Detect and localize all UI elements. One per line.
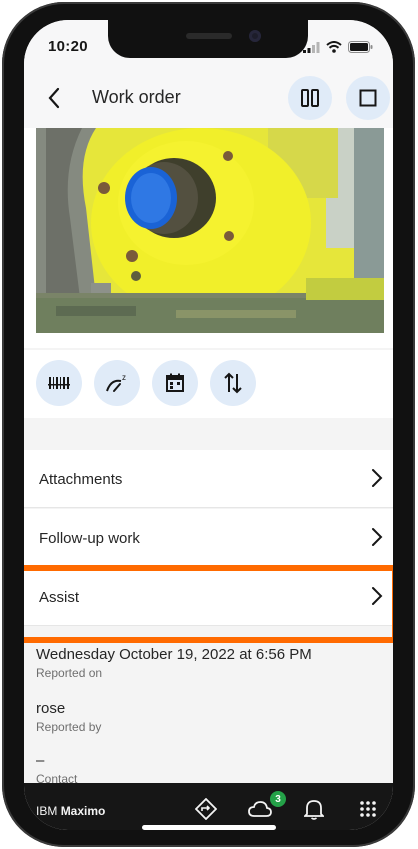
front-camera [249, 30, 261, 42]
app-switcher-icon [360, 801, 376, 817]
map-button[interactable] [194, 797, 218, 821]
list-item-attachments[interactable]: Attachments [24, 450, 393, 508]
app-screen: 10:20 Work order z Attachments Follow-up… [24, 20, 393, 830]
list-item-assist[interactable]: Assist [24, 568, 393, 626]
full-view-button[interactable] [346, 76, 390, 120]
brand-logo: IBM Maximo [36, 804, 105, 818]
reported-on-caption: Reported on [36, 666, 103, 680]
status-icons [303, 41, 373, 53]
device-notch [108, 20, 308, 58]
calendar-button[interactable] [152, 360, 198, 406]
app-switcher-button[interactable] [356, 797, 380, 821]
barcode-icon [48, 377, 70, 389]
contact-value: – [36, 752, 45, 769]
brand-name: Maximo [60, 804, 106, 818]
home-indicator[interactable] [142, 825, 276, 830]
bottom-nav-bar: IBM Maximo 3 [24, 783, 393, 830]
reported-on-value: Wednesday October 19, 2022 at 6:56 PM [36, 646, 312, 663]
notification-badge: 3 [270, 791, 286, 807]
square-icon [359, 89, 377, 107]
meter-button[interactable]: z [94, 360, 140, 406]
barcode-button[interactable] [36, 360, 82, 406]
asset-photo[interactable] [36, 128, 384, 333]
split-view-button[interactable] [288, 76, 332, 120]
status-time: 10:20 [48, 38, 88, 55]
page-title: Work order [92, 87, 181, 107]
wifi-icon [326, 41, 342, 53]
work-order-content: z Attachments Follow-up work Assist Wedn… [24, 128, 393, 786]
map-icon [195, 798, 217, 820]
reported-by-field: rose Reported by [36, 700, 101, 734]
sort-icon [224, 372, 242, 394]
chevron-left-icon [48, 87, 60, 109]
calendar-icon [166, 373, 184, 392]
notifications-button[interactable] [302, 797, 326, 821]
brand-prefix: IBM [36, 804, 58, 818]
speaker-grille [186, 33, 232, 39]
reported-by-value: rose [36, 700, 66, 717]
bell-icon [304, 800, 324, 820]
list-item-label: Attachments [39, 471, 123, 488]
action-icon-row: z [24, 350, 393, 418]
chevron-right-icon [372, 469, 383, 487]
sort-button[interactable] [210, 360, 256, 406]
list-item-label: Assist [39, 589, 80, 606]
asset-photo-card [24, 128, 393, 348]
cloud-sync-icon [248, 801, 272, 817]
phone-frame: 10:20 Work order z Attachments Follow-up… [2, 2, 415, 847]
back-button[interactable] [38, 82, 70, 114]
meter-icon: z [106, 373, 126, 392]
chevron-right-icon [372, 587, 383, 605]
page-header: Work order [24, 70, 393, 128]
split-view-icon [301, 89, 319, 107]
sync-button[interactable] [248, 797, 272, 821]
svg-text:z: z [122, 373, 126, 382]
list-item-follow-up-work[interactable]: Follow-up work [24, 509, 393, 567]
list-item-label: Follow-up work [39, 530, 140, 547]
reported-on-field: Wednesday October 19, 2022 at 6:56 PM Re… [36, 646, 312, 680]
chevron-right-icon [372, 528, 383, 546]
battery-icon [348, 41, 373, 53]
reported-by-caption: Reported by [36, 720, 102, 734]
contact-field: – Contact [36, 752, 77, 786]
